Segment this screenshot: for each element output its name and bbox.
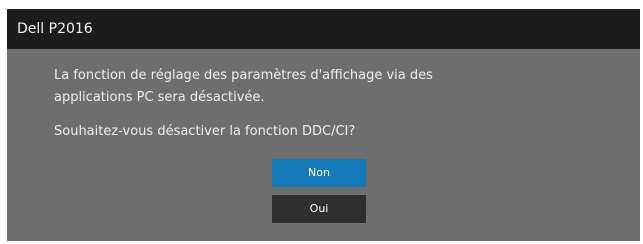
oui-button[interactable]: Oui [272,195,366,223]
ddc-ci-dialog: Dell P2016 La fonction de réglage des pa… [7,9,640,241]
dialog-titlebar: Dell P2016 [7,9,640,49]
dialog-title: Dell P2016 [17,21,93,37]
dialog-message: La fonction de réglage des paramètres d'… [54,65,474,109]
non-button[interactable]: Non [272,159,366,187]
dialog-message-line-1: La fonction de réglage des paramètres d'… [54,68,433,83]
dialog-question: Souhaitez-vous désactiver la fonction DD… [54,124,356,139]
dialog-message-line-2: applications PC sera désactivée. [54,90,265,105]
